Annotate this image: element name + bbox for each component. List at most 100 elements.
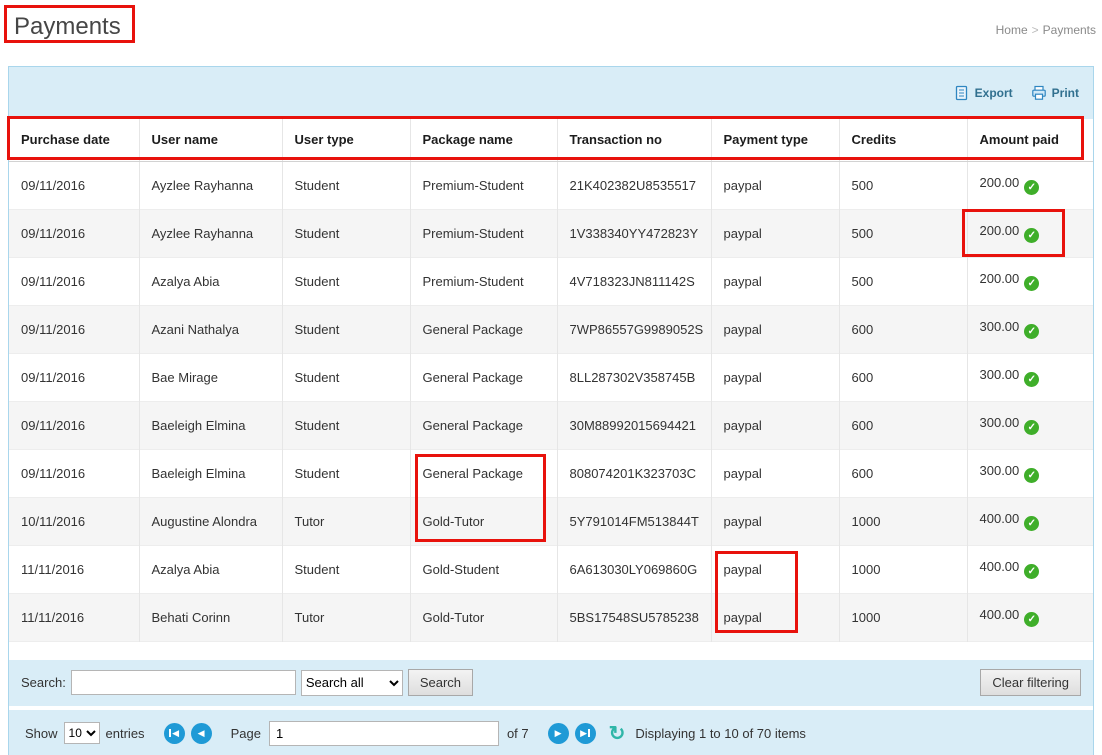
table-row: 09/11/2016Ayzlee RayhannaStudentPremium-… [9,209,1093,257]
cell-credits: 600 [839,449,967,497]
search-input[interactable] [71,670,296,695]
cell-user-name: Azalya Abia [139,545,282,593]
success-check-icon: ✓ [1024,180,1039,195]
last-page-icon: ▶ [580,728,587,739]
cell-purchase-date: 09/11/2016 [9,449,139,497]
table-header-row: Purchase dateUser nameUser typePackage n… [9,119,1093,161]
cell-purchase-date: 09/11/2016 [9,401,139,449]
cell-credits: 1000 [839,593,967,641]
displaying-status: Displaying 1 to 10 of 70 items [635,726,806,741]
table-row: 10/11/2016Augustine AlondraTutorGold-Tut… [9,497,1093,545]
show-entries-select[interactable]: 10 [64,722,100,744]
success-check-icon: ✓ [1024,564,1039,579]
cell-package-name: Premium-Student [410,257,557,305]
next-page-icon: ▶ [555,728,562,739]
cell-transaction-no: 21K402382U8535517 [557,161,711,209]
prev-page-button[interactable]: ◀ [191,723,212,744]
search-button[interactable]: Search [408,669,473,696]
cell-payment-type: paypal [711,593,839,641]
export-icon [954,85,970,101]
prev-page-icon: ◀ [198,728,205,739]
table-row: 09/11/2016Baeleigh ElminaStudentGeneral … [9,401,1093,449]
cell-credits: 500 [839,209,967,257]
clear-filtering-button[interactable]: Clear filtering [980,669,1081,696]
success-check-icon: ✓ [1024,372,1039,387]
search-filter-select[interactable]: Search all [301,670,403,696]
cell-purchase-date: 09/11/2016 [9,257,139,305]
cell-amount-paid: 300.00✓ [967,449,1093,497]
first-page-button[interactable]: ◀ [164,723,185,744]
cell-user-type: Student [282,257,410,305]
column-header[interactable]: Payment type [711,119,839,161]
cell-purchase-date: 10/11/2016 [9,497,139,545]
cell-package-name: General Package [410,449,557,497]
amount-value: 300.00 [980,367,1020,382]
column-header[interactable]: User name [139,119,282,161]
page-title: Payments [14,13,121,41]
cell-user-type: Student [282,545,410,593]
print-button[interactable]: Print [1031,85,1079,101]
cell-amount-paid: 200.00✓ [967,161,1093,209]
last-page-button[interactable]: ▶ [575,723,596,744]
search-label: Search: [21,675,66,690]
first-page-bar [169,729,171,737]
cell-credits: 1000 [839,545,967,593]
payments-table: Purchase dateUser nameUser typePackage n… [9,119,1093,642]
column-header[interactable]: Credits [839,119,967,161]
entries-label: entries [106,726,145,741]
cell-user-type: Student [282,209,410,257]
cell-package-name: General Package [410,401,557,449]
success-check-icon: ✓ [1024,324,1039,339]
breadcrumb-current: Payments [1043,23,1096,37]
cell-purchase-date: 09/11/2016 [9,161,139,209]
cell-package-name: Gold-Tutor [410,497,557,545]
cell-transaction-no: 8LL287302V358745B [557,353,711,401]
last-page-bar [588,729,590,737]
table-body: 09/11/2016Ayzlee RayhannaStudentPremium-… [9,161,1093,641]
cell-credits: 600 [839,305,967,353]
cell-package-name: Gold-Student [410,545,557,593]
cell-credits: 600 [839,401,967,449]
cell-user-name: Bae Mirage [139,353,282,401]
cell-credits: 1000 [839,497,967,545]
next-page-button[interactable]: ▶ [548,723,569,744]
column-header[interactable]: Amount paid [967,119,1093,161]
cell-amount-paid: 400.00✓ [967,545,1093,593]
page-number-input[interactable] [269,721,499,746]
cell-user-type: Student [282,353,410,401]
cell-user-type: Student [282,449,410,497]
cell-transaction-no: 5BS17548SU5785238 [557,593,711,641]
table-row: 09/11/2016Azani NathalyaStudentGeneral P… [9,305,1093,353]
search-bar: Search: Search all Search Clear filterin… [9,660,1093,706]
amount-value: 200.00 [980,271,1020,286]
amount-value: 400.00 [980,607,1020,622]
cell-transaction-no: 6A613030LY069860G [557,545,711,593]
cell-amount-paid: 200.00✓ [967,257,1093,305]
cell-purchase-date: 11/11/2016 [9,593,139,641]
export-button[interactable]: Export [954,85,1013,101]
cell-payment-type: paypal [711,161,839,209]
cell-credits: 600 [839,353,967,401]
column-header[interactable]: Purchase date [9,119,139,161]
show-label: Show [25,726,58,741]
breadcrumb-home-link[interactable]: Home [996,23,1028,37]
cell-user-type: Student [282,161,410,209]
printer-icon [1031,85,1047,101]
cell-user-type: Student [282,305,410,353]
cell-credits: 500 [839,257,967,305]
cell-package-name: Premium-Student [410,209,557,257]
success-check-icon: ✓ [1024,420,1039,435]
cell-transaction-no: 1V338340YY472823Y [557,209,711,257]
refresh-button[interactable]: ↻ [609,721,626,746]
column-header[interactable]: Package name [410,119,557,161]
cell-user-name: Ayzlee Rayhanna [139,161,282,209]
first-page-icon: ◀ [172,728,179,739]
page-header: Payments Home>Payments [0,0,1102,66]
grid-toolbar: Export Print [9,67,1093,119]
cell-transaction-no: 808074201K323703C [557,449,711,497]
amount-value: 300.00 [980,415,1020,430]
column-header[interactable]: User type [282,119,410,161]
cell-amount-paid: 300.00✓ [967,305,1093,353]
column-header[interactable]: Transaction no [557,119,711,161]
table-row: 11/11/2016Behati CorinnTutorGold-Tutor5B… [9,593,1093,641]
